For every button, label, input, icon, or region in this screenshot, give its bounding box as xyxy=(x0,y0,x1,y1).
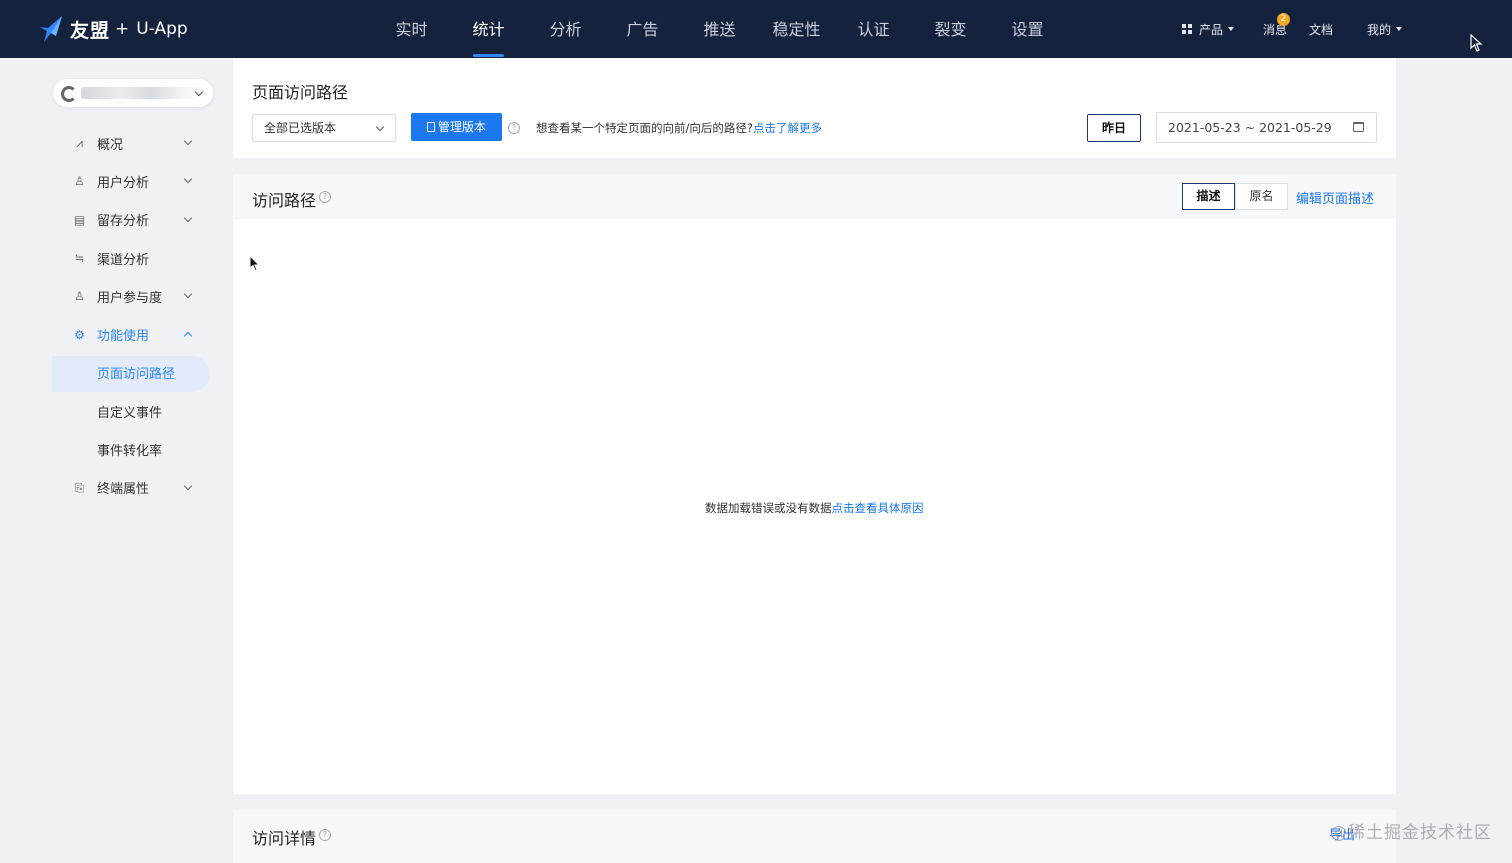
view-reason-link[interactable]: 点击查看具体原因 xyxy=(832,501,924,515)
sidebar-item-custom-events[interactable]: 自定义事件 xyxy=(0,392,232,430)
messages-badge: 2 xyxy=(1277,13,1290,26)
nav-stability[interactable]: 稳定性 xyxy=(758,0,835,58)
sidebar-item-retention[interactable]: ▤ 留存分析 xyxy=(0,201,232,239)
sidebar-item-label: 自定义事件 xyxy=(97,405,163,421)
sidebar-item-overview[interactable]: ⩘ 概况 xyxy=(0,124,232,162)
sidebar-item-label: 页面访问路径 xyxy=(97,367,176,383)
help-icon[interactable]: ? xyxy=(508,122,520,134)
sidebar-item-user-analysis[interactable]: ♙ 用户分析 xyxy=(0,162,232,200)
version-select-value: 全部已选版本 xyxy=(264,121,337,135)
sidebar-item-engagement[interactable]: ♙ 用户参与度 xyxy=(0,277,232,315)
sidebar-item-event-conversion[interactable]: 事件转化率 xyxy=(0,430,232,468)
sidebar-item-label: 事件转化率 xyxy=(97,444,163,460)
products-label: 产品 xyxy=(1199,22,1224,37)
umeng-bird-icon xyxy=(40,16,62,42)
page-title: 页面访问路径 xyxy=(252,83,349,102)
app-icon xyxy=(61,86,77,102)
caret-down-icon xyxy=(1228,27,1235,31)
path-hint: 想查看某一个特定页面的向前/向后的路径?点击了解更多 xyxy=(536,120,822,136)
engagement-icon: ♙ xyxy=(74,289,85,304)
top-navbar: 友盟 + U-App 实时 统计 分析 广告 推送 稳定性 认证 裂变 设置 产… xyxy=(0,0,1512,58)
manage-version-label: 管理版本 xyxy=(437,120,486,134)
nav-statistics[interactable]: 统计 xyxy=(450,0,527,58)
gear-icon: ⚙ xyxy=(74,327,85,342)
empty-state-message: 数据加载错误或没有数据点击查看具体原因 xyxy=(705,500,924,516)
document-icon xyxy=(426,122,435,132)
date-range-value: 2021-05-23 ~ 2021-05-29 xyxy=(1168,120,1332,135)
filter-card: 页面访问路径 全部已选版本 管理版本 ? 想查看某一个特定页面的向前/向后的路径… xyxy=(233,58,1396,158)
calendar-icon xyxy=(1353,122,1364,132)
docs-label: 文档 xyxy=(1309,22,1334,37)
nav-push[interactable]: 推送 xyxy=(681,0,758,58)
watermark: @稀土掘金技术社区 xyxy=(1330,823,1492,843)
app-name-blurred xyxy=(81,87,211,99)
brand-plus: + xyxy=(115,19,130,39)
nav-analysis[interactable]: 分析 xyxy=(527,0,604,58)
main-nav: 实时 统计 分析 广告 推送 稳定性 认证 裂变 设置 xyxy=(373,0,1066,58)
umeng-logo[interactable]: 友盟 + U-App xyxy=(38,14,188,44)
device-icon: ⎘ xyxy=(74,480,85,495)
nav-realtime[interactable]: 实时 xyxy=(373,0,450,58)
sidebar-item-channel[interactable]: ≒ 渠道分析 xyxy=(0,239,232,277)
nav-settings[interactable]: 设置 xyxy=(989,0,1066,58)
me-label: 我的 xyxy=(1367,22,1392,37)
sidebar-item-label: 终端属性 xyxy=(97,482,150,498)
nav-auth[interactable]: 认证 xyxy=(835,0,912,58)
chevron-down-icon xyxy=(183,481,193,490)
chevron-down-icon xyxy=(183,136,193,146)
access-path-title: 访问路径 xyxy=(252,191,317,210)
access-detail-card: 访问详情 ? 导出 xyxy=(233,810,1396,863)
app-selector[interactable] xyxy=(53,79,213,107)
help-icon[interactable]: ? xyxy=(319,829,331,841)
access-path-card: 访问路径 ? 描述 原名 编辑页面描述 数据加载错误或没有数据点击查看具体原因 xyxy=(233,174,1396,794)
chevron-down-icon xyxy=(183,213,193,222)
messages-link[interactable]: 消息 2 xyxy=(1263,0,1290,58)
chevron-down-icon xyxy=(183,175,193,184)
access-detail-header: 访问详情 ? 导出 xyxy=(233,810,1396,863)
access-detail-title: 访问详情 xyxy=(252,829,317,848)
mouse-cursor-icon xyxy=(249,255,261,272)
chevron-down-icon xyxy=(183,289,193,299)
sidebar-item-label: 留存分析 xyxy=(97,214,150,230)
nav-fission[interactable]: 裂变 xyxy=(912,0,989,58)
sidebar-item-label: 概况 xyxy=(97,137,124,153)
hint-text: 想查看某一个特定页面的向前/向后的路径? xyxy=(536,121,753,135)
toggle-description[interactable]: 描述 xyxy=(1182,183,1235,210)
mouse-cursor-icon xyxy=(1470,34,1483,52)
access-path-header: 访问路径 ? 描述 原名 编辑页面描述 xyxy=(233,174,1396,219)
yesterday-button[interactable]: 昨日 xyxy=(1087,114,1141,142)
sidebar-item-label: 渠道分析 xyxy=(97,252,150,268)
chart-line-icon: ⩘ xyxy=(76,136,83,151)
nav-ads[interactable]: 广告 xyxy=(604,0,681,58)
name-toggle: 描述 原名 xyxy=(1182,183,1288,210)
products-menu[interactable]: 产品 xyxy=(1182,0,1235,58)
sidebar-item-label: 功能使用 xyxy=(97,329,150,345)
sidebar-item-device-attributes[interactable]: ⎘ 终端属性 xyxy=(0,469,232,507)
account-menu[interactable]: 我的 xyxy=(1367,0,1403,58)
channel-icon: ≒ xyxy=(74,251,85,266)
date-range-picker[interactable]: 2021-05-23 ~ 2021-05-29 xyxy=(1156,112,1377,143)
learn-more-link[interactable]: 点击了解更多 xyxy=(753,121,822,135)
user-analysis-icon: ♙ xyxy=(74,174,85,189)
table-icon: ▤ xyxy=(73,212,86,227)
help-icon[interactable]: ? xyxy=(319,191,331,203)
brand-name: 友盟 xyxy=(70,19,111,42)
sidebar-item-label: 用户参与度 xyxy=(97,290,163,306)
toggle-original-name[interactable]: 原名 xyxy=(1235,183,1288,210)
chevron-down-icon xyxy=(375,122,385,132)
sidebar-item-page-path[interactable]: 页面访问路径 xyxy=(0,354,232,393)
grid-icon xyxy=(1182,24,1192,34)
sidebar: ⩘ 概况 ♙ 用户分析 ▤ 留存分析 ≒ 渠道分析 ♙ 用户参与度 ⚙ 功能使用 xyxy=(0,58,232,863)
empty-text: 数据加载错误或没有数据 xyxy=(705,501,832,515)
version-select[interactable]: 全部已选版本 xyxy=(252,114,396,142)
docs-link[interactable]: 文档 xyxy=(1309,0,1333,58)
sidebar-item-label: 用户分析 xyxy=(97,175,150,191)
edit-page-description-link[interactable]: 编辑页面描述 xyxy=(1296,188,1374,207)
sidebar-item-feature-usage[interactable]: ⚙ 功能使用 xyxy=(0,315,232,353)
product-name: U-App xyxy=(136,19,188,39)
sidebar-menu: ⩘ 概况 ♙ 用户分析 ▤ 留存分析 ≒ 渠道分析 ♙ 用户参与度 ⚙ 功能使用 xyxy=(0,124,232,507)
caret-down-icon xyxy=(1396,27,1403,31)
chevron-up-icon xyxy=(183,332,193,341)
manage-version-button[interactable]: 管理版本 xyxy=(411,113,502,141)
